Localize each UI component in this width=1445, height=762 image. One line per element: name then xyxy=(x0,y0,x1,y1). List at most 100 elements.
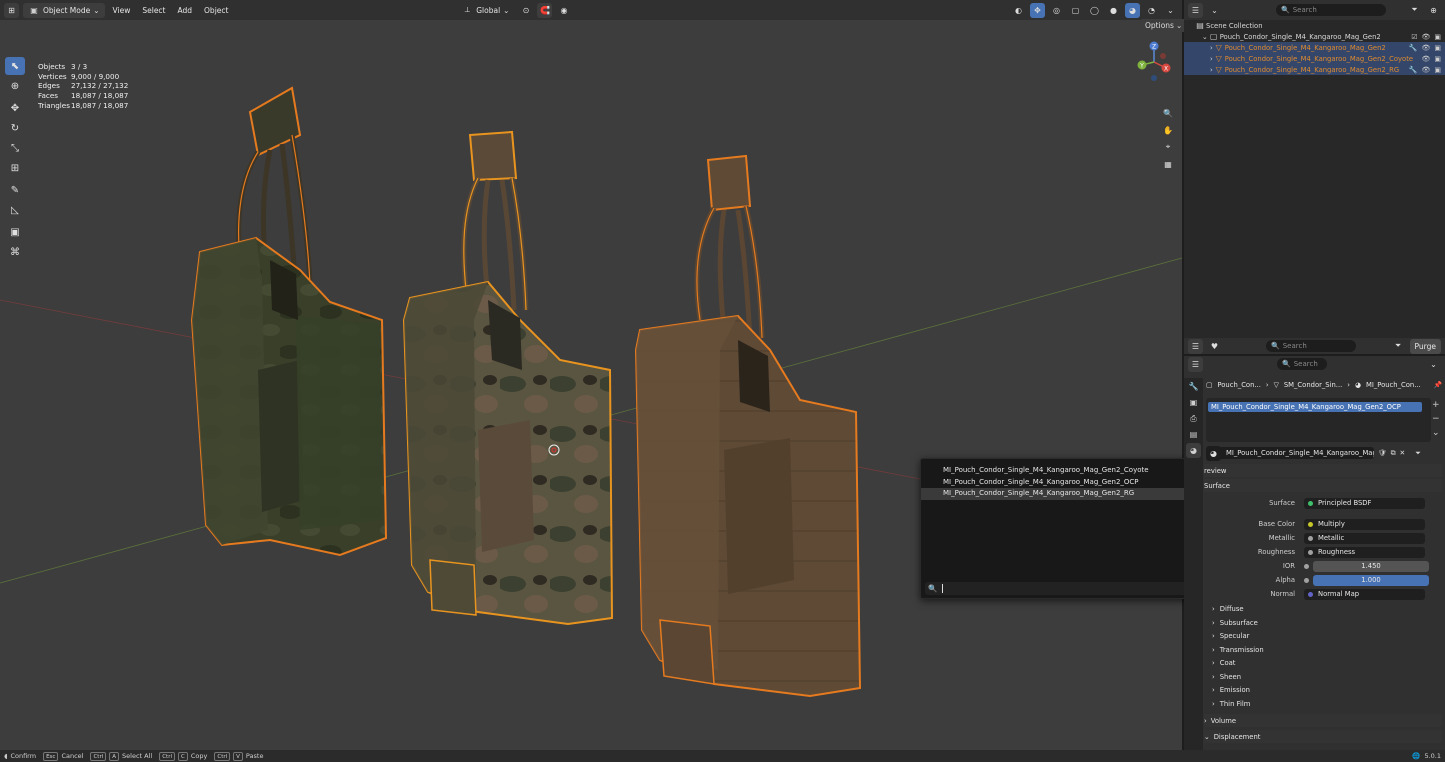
popup-item[interactable]: MI_Pouch_Condor_Single_M4_Kangaroo_Mag_G… xyxy=(921,488,1220,500)
annotate-tool-icon[interactable]: ✎ xyxy=(5,181,25,199)
material-tab-icon[interactable]: ◕ xyxy=(1186,443,1201,458)
base-color-field[interactable]: Multiply xyxy=(1304,518,1425,530)
view-layer-tab-icon[interactable]: ▤ xyxy=(1186,427,1201,442)
pivot-icon[interactable]: ⊙ xyxy=(518,3,533,18)
snap-icon[interactable]: 🧲 xyxy=(537,2,553,18)
pan-hand-icon[interactable]: ✋ xyxy=(1161,123,1175,137)
remove-slot-icon[interactable]: − xyxy=(1432,412,1442,426)
outliner-row-object[interactable]: › ▽ Pouch_Condor_Single_M4_Kangaroo_Mag_Ge… xyxy=(1184,64,1445,75)
camera-icon[interactable]: ▣ xyxy=(1434,55,1441,63)
checkbox-icon[interactable]: ☑ xyxy=(1411,33,1417,41)
subpanel-diffuse[interactable]: › Diffuse xyxy=(1212,603,1244,615)
popup-search-input[interactable]: 🔍 xyxy=(925,582,1218,595)
outliner-row-object[interactable]: › ▽ Pouch_Condor_Single_M4_Kangaroo_Mag_Ge… xyxy=(1184,53,1445,64)
camera-icon[interactable]: ▣ xyxy=(1434,44,1441,52)
mode-dropdown[interactable]: ▣ Object Mode ⌄ xyxy=(23,2,105,18)
ior-field[interactable]: 1.450 xyxy=(1313,560,1429,572)
wireframe-shading-icon[interactable]: ◯ xyxy=(1087,3,1102,18)
material-name-field[interactable]: MI_Pouch_Condor_Single_M4_Kangaroo_Mag_G… xyxy=(1206,447,1374,459)
3d-viewport[interactable]: ⬉ ⊕ ✥ ↻ ⤡ ⊞ ✎ ◺ ▣ ⌘ Objects 3 / 3 Vertice… xyxy=(0,20,1182,750)
options-button[interactable]: Options ⌄ xyxy=(1140,19,1188,32)
subpanel-thin-film[interactable]: › Thin Film xyxy=(1212,698,1250,710)
properties-search-input[interactable]: 🔍 Search xyxy=(1277,358,1327,370)
pin-icon[interactable]: 📌 xyxy=(1434,381,1442,389)
visibility-icon[interactable]: ◐ xyxy=(1011,3,1026,18)
outliner-row-object[interactable]: › ▽ Pouch_Condor_Single_M4_Kangaroo_Mag_Ge… xyxy=(1184,42,1445,53)
grid-view-icon[interactable]: ▦ xyxy=(1161,157,1175,171)
xray-icon[interactable]: ▢ xyxy=(1068,3,1083,18)
duplicate-icon[interactable]: ⧉ xyxy=(1391,449,1396,458)
editor-type-icon[interactable]: ☰ xyxy=(1188,2,1203,18)
shading-options-icon[interactable]: ⌄ xyxy=(1163,3,1178,18)
eye-icon[interactable]: 👁 xyxy=(1421,55,1430,63)
scale-tool-icon[interactable]: ⤡ xyxy=(5,139,25,157)
subpanel-sheen[interactable]: › Sheen xyxy=(1212,671,1241,683)
outliner-row-scene[interactable]: ▤ Scene Collection xyxy=(1184,20,1445,31)
move-tool-icon[interactable]: ✥ xyxy=(5,99,25,117)
tool-tab-icon[interactable]: 🔧 xyxy=(1186,379,1201,394)
display-mode-icon[interactable]: ♥ xyxy=(1207,339,1222,354)
select-tool-icon[interactable]: ⬉ xyxy=(5,57,25,75)
subpanel-emission[interactable]: › Emission xyxy=(1212,684,1250,696)
pouch-object-coyote[interactable] xyxy=(634,154,862,698)
menu-view[interactable]: View xyxy=(109,6,135,15)
roughness-field[interactable]: Roughness xyxy=(1304,546,1425,558)
subpanel-coat[interactable]: › Coat xyxy=(1212,657,1235,669)
material-slot-item[interactable]: MI_Pouch_Condor_Single_M4_Kangaroo_Mag_G… xyxy=(1208,402,1422,412)
slot-menu-icon[interactable]: ⌄ xyxy=(1432,426,1442,440)
cursor-tool-icon[interactable]: ⊕ xyxy=(5,77,25,95)
render-tab-icon[interactable]: ▣ xyxy=(1186,395,1201,410)
popup-item[interactable]: MI_Pouch_Condor_Single_M4_Kangaroo_Mag_G… xyxy=(921,477,1220,489)
orphan-search-input[interactable]: 🔍 Search xyxy=(1266,340,1356,352)
filter-icon[interactable]: ⏷ xyxy=(1391,339,1406,354)
navigation-gizmo[interactable]: Z X Y xyxy=(1132,40,1176,84)
camera-icon[interactable]: ▣ xyxy=(1434,66,1441,74)
eye-icon[interactable]: 👁 xyxy=(1421,66,1430,74)
subpanel-subsurface[interactable]: › Subsurface xyxy=(1212,617,1258,629)
preview-panel-header[interactable]: review xyxy=(1204,464,1442,477)
zoom-icon[interactable]: 🔍 xyxy=(1161,106,1175,120)
displacement-panel-header[interactable]: ⌄ Displacement xyxy=(1204,730,1442,743)
volume-panel-header[interactable]: › Volume xyxy=(1204,714,1442,727)
output-tab-icon[interactable]: ⎙ xyxy=(1186,411,1201,426)
outliner-row-collection[interactable]: ⌄ ▢ Pouch_Condor_Single_M4_Kangaroo_Mag_Ge… xyxy=(1184,31,1445,42)
menu-select[interactable]: Select xyxy=(138,6,169,15)
camera-icon[interactable]: ⌖ xyxy=(1161,140,1175,154)
measure-tool-icon[interactable]: ◺ xyxy=(5,201,25,219)
new-collection-icon[interactable]: ⊕ xyxy=(1426,3,1441,18)
transform-orientation-dropdown[interactable]: ⟂ Global ⌄ xyxy=(456,3,514,18)
outliner-search-input[interactable]: 🔍 Search xyxy=(1276,4,1386,16)
menu-object[interactable]: Object xyxy=(200,6,232,15)
alpha-field[interactable]: 1.000 xyxy=(1313,574,1429,586)
rotate-tool-icon[interactable]: ↻ xyxy=(5,119,25,137)
add-slot-icon[interactable]: + xyxy=(1432,398,1442,412)
menu-add[interactable]: Add xyxy=(174,6,197,15)
material-slot-list[interactable]: MI_Pouch_Condor_Single_M4_Kangaroo_Mag_G… xyxy=(1206,398,1431,442)
normal-field[interactable]: Normal Map xyxy=(1304,588,1425,600)
material-browse-icon[interactable]: ◕ xyxy=(1206,445,1221,461)
rendered-shading-icon[interactable]: ◔ xyxy=(1144,3,1159,18)
add-cube-tool-icon[interactable]: ▣ xyxy=(5,223,25,241)
fake-user-icon[interactable]: 🛡 xyxy=(1378,449,1387,457)
chevron-down-icon[interactable]: ⌄ xyxy=(1426,357,1441,372)
pouch-object-ocp[interactable] xyxy=(402,130,614,626)
filter-icon[interactable]: ⏷ xyxy=(1415,449,1420,458)
transform-tool-icon[interactable]: ⊞ xyxy=(5,159,25,177)
subpanel-specular[interactable]: › Specular xyxy=(1212,630,1249,642)
eye-icon[interactable]: 👁 xyxy=(1421,33,1430,41)
proportional-edit-icon[interactable]: ◉ xyxy=(556,3,571,18)
overlay-icon[interactable]: ◎ xyxy=(1049,3,1064,18)
purge-button[interactable]: Purge xyxy=(1409,338,1441,354)
camera-icon[interactable]: ▣ xyxy=(1434,33,1441,41)
material-shading-icon[interactable]: ◕ xyxy=(1125,2,1140,18)
pouch-object-rg[interactable] xyxy=(190,86,388,557)
eye-icon[interactable]: 👁 xyxy=(1421,44,1430,52)
popup-item[interactable]: MI_Pouch_Condor_Single_M4_Kangaroo_Mag_G… xyxy=(921,465,1220,477)
filter-icon[interactable]: ⏷ xyxy=(1407,3,1422,18)
metallic-field[interactable]: Metallic xyxy=(1304,532,1425,544)
gizmo-toggle-icon[interactable]: ✥ xyxy=(1030,2,1045,18)
close-icon[interactable]: ✕ xyxy=(1400,449,1406,457)
display-mode-icon[interactable]: ⌄ xyxy=(1207,3,1222,18)
editor-type-icon[interactable]: ☰ xyxy=(1188,356,1203,372)
surface-panel-header[interactable]: Surface xyxy=(1204,479,1442,492)
